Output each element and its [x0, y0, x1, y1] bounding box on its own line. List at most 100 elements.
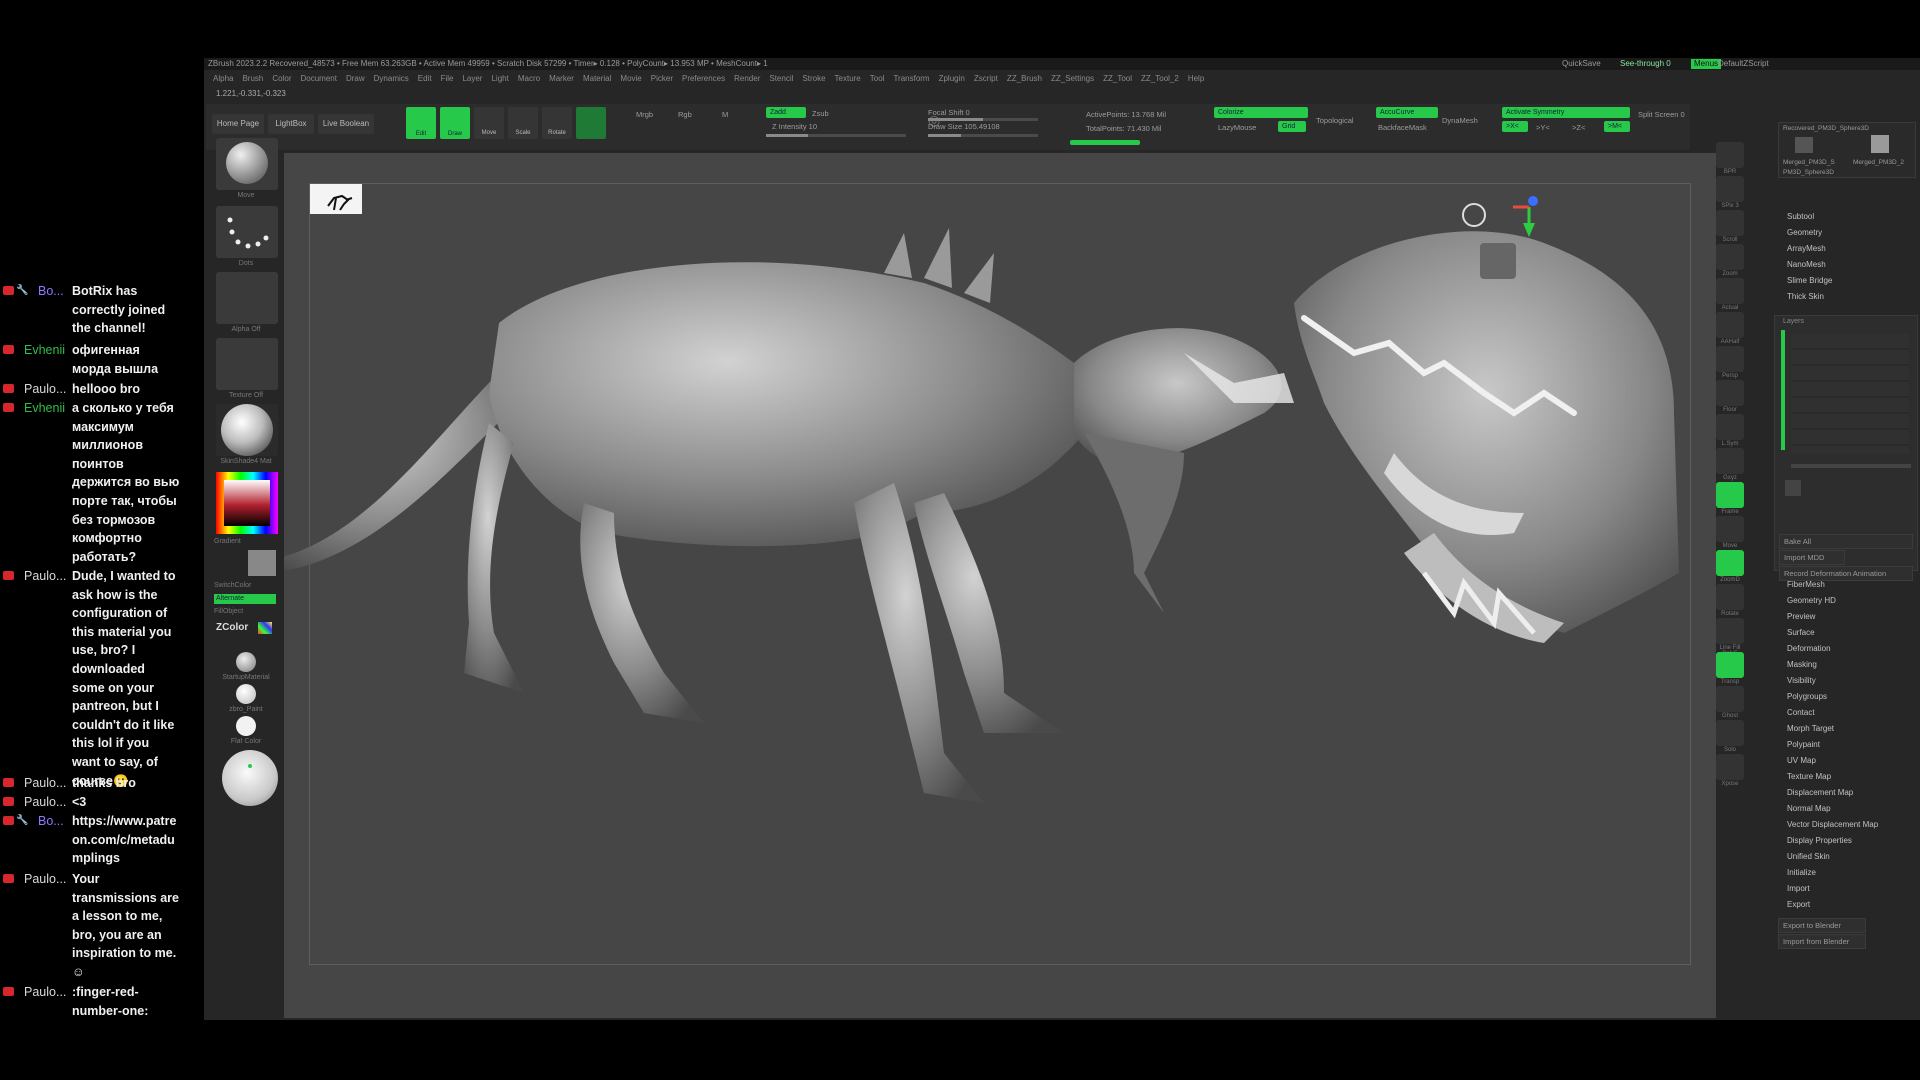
zsub-button[interactable]: Zsub [812, 109, 829, 118]
scale-button[interactable]: Scale [508, 107, 538, 139]
import-mdd-button[interactable]: Import MDD [1779, 550, 1845, 565]
subpalette-slime-bridge[interactable]: Slime Bridge [1787, 276, 1832, 285]
subpalette-morph-target[interactable]: Morph Target [1787, 724, 1834, 733]
secondary-color-swatch[interactable] [248, 550, 276, 576]
chat-username[interactable]: Paulo... [24, 983, 66, 1001]
default-zscript-button[interactable]: DefaultZScript [1718, 58, 1769, 70]
menu-stencil[interactable]: Stencil [769, 74, 793, 83]
import-from-blender-button[interactable]: Import from Blender [1778, 934, 1866, 949]
color-picker[interactable] [216, 472, 278, 534]
menu-zz-tool-2[interactable]: ZZ_Tool_2 [1141, 74, 1179, 83]
material-thumb[interactable] [216, 404, 278, 456]
layers-scroll-indicator[interactable] [1781, 330, 1785, 450]
subpalette-uv-map[interactable]: UV Map [1787, 756, 1816, 765]
canvas-viewport[interactable] [284, 153, 1716, 1018]
chat-username[interactable]: Paulo... [24, 870, 66, 888]
lightbox-button[interactable]: LightBox [268, 114, 314, 134]
shelf-button-move[interactable] [1716, 516, 1744, 542]
shelf-button-gxyz[interactable] [1716, 448, 1744, 474]
grid-button[interactable]: Grid [1278, 121, 1306, 132]
chat-username[interactable]: Paulo... [24, 567, 66, 585]
edit-button[interactable]: Edit [406, 107, 436, 139]
menu-edit[interactable]: Edit [418, 74, 432, 83]
zcolor-button[interactable]: ZColor [216, 622, 248, 633]
shelf-button-zoomd[interactable] [1716, 550, 1744, 576]
menu-document[interactable]: Document [301, 74, 337, 83]
menu-tool[interactable]: Tool [870, 74, 885, 83]
symmetry-y-button[interactable]: >Y< [1536, 123, 1550, 132]
colorize-button[interactable]: Colorize [1214, 107, 1308, 118]
shelf-button-scroll[interactable] [1716, 210, 1744, 236]
menu-dynamics[interactable]: Dynamics [374, 74, 409, 83]
subpalette-contact[interactable]: Contact [1787, 708, 1815, 717]
shelf-button-l-sym[interactable] [1716, 414, 1744, 440]
shelf-button-aahalf[interactable] [1716, 312, 1744, 338]
split-screen-slider[interactable]: Split Screen 0 [1638, 110, 1685, 119]
tool-thumb-2[interactable] [1871, 135, 1889, 153]
menu-zz-brush[interactable]: ZZ_Brush [1007, 74, 1042, 83]
subpalette-displacement-map[interactable]: Displacement Map [1787, 788, 1853, 797]
menu-color[interactable]: Color [272, 74, 291, 83]
subpalette-polypaint[interactable]: Polypaint [1787, 740, 1820, 749]
menu-movie[interactable]: Movie [620, 74, 641, 83]
rotate-button[interactable]: Rotate [542, 107, 572, 139]
topological-button[interactable]: Topological [1316, 116, 1354, 125]
chat-text[interactable]: https://www.patreon.com/c/metadumplings [72, 812, 180, 868]
subpalette-deformation[interactable]: Deformation [1787, 644, 1831, 653]
color-picker-square[interactable] [224, 480, 270, 526]
menu-zscript[interactable]: Zscript [974, 74, 998, 83]
subpalette-export[interactable]: Export [1787, 900, 1810, 909]
chat-username[interactable]: Paulo... [24, 793, 66, 811]
subpalette-surface[interactable]: Surface [1787, 628, 1815, 637]
subpalette-import[interactable]: Import [1787, 884, 1810, 893]
subpalette-preview[interactable]: Preview [1787, 612, 1815, 621]
rgb-button[interactable]: Rgb [678, 110, 692, 119]
subtool-thumbnails[interactable]: Recovered_PM3D_Sphere3D Merged_PM3D_S Me… [1778, 122, 1916, 178]
subpalette-thick-skin[interactable]: Thick Skin [1787, 292, 1824, 301]
tool-thumb-1[interactable] [1795, 137, 1813, 153]
draw-button[interactable]: Draw [440, 107, 470, 139]
axis-gizmo-icon[interactable] [1509, 193, 1549, 243]
brush-thumb[interactable] [216, 138, 278, 190]
live-boolean-button[interactable]: Live Boolean [318, 114, 374, 134]
accucurve-button[interactable]: AccuCurve [1376, 107, 1438, 118]
menu-light[interactable]: Light [491, 74, 508, 83]
menu-zplugin[interactable]: Zplugin [939, 74, 965, 83]
export-to-blender-button[interactable]: Export to Blender [1778, 918, 1866, 933]
chat-username[interactable]: Bo... [38, 282, 64, 300]
subpalette-masking[interactable]: Masking [1787, 660, 1817, 669]
m-button[interactable]: M [722, 110, 728, 119]
symmetry-m-button[interactable]: >M< [1604, 121, 1630, 132]
shelf-button-frame[interactable] [1716, 482, 1744, 508]
move-button[interactable]: Move [474, 107, 504, 139]
menu-zz-settings[interactable]: ZZ_Settings [1051, 74, 1094, 83]
shelf-button-rotate[interactable] [1716, 584, 1744, 610]
gizmo-head-icon[interactable] [1462, 203, 1486, 227]
subpalette-polygroups[interactable]: Polygroups [1787, 692, 1827, 701]
switchcolor-button[interactable]: SwitchColor [214, 582, 286, 589]
layers-list[interactable] [1791, 334, 1909, 454]
polyframe-button[interactable] [576, 107, 606, 139]
chat-username[interactable]: Paulo... [24, 774, 66, 792]
stroke-thumb[interactable] [216, 206, 278, 258]
lazymouse-button[interactable]: LazyMouse [1218, 123, 1256, 132]
menu-material[interactable]: Material [583, 74, 611, 83]
menu-preferences[interactable]: Preferences [682, 74, 725, 83]
symmetry-x-button[interactable]: >X< [1502, 121, 1528, 132]
shelf-button-persp[interactable] [1716, 346, 1744, 372]
z-intensity-slider[interactable] [766, 134, 906, 137]
menu-zz-tool[interactable]: ZZ_Tool [1103, 74, 1132, 83]
menu-help[interactable]: Help [1188, 74, 1204, 83]
paint-material-sphere[interactable] [236, 684, 256, 704]
shelf-button-floor[interactable] [1716, 380, 1744, 406]
menu-transform[interactable]: Transform [893, 74, 929, 83]
activate-symmetry-button[interactable]: Activate Symmetry [1502, 107, 1630, 118]
subpalette-display-properties[interactable]: Display Properties [1787, 836, 1852, 845]
shelf-button-zoom[interactable] [1716, 244, 1744, 270]
home-page-button[interactable]: Home Page [212, 114, 264, 134]
menu-marker[interactable]: Marker [549, 74, 574, 83]
subpalette-geometry-hd[interactable]: Geometry HD [1787, 596, 1836, 605]
texture-thumb[interactable] [216, 338, 278, 390]
dynamesh-button[interactable]: DynaMesh [1442, 116, 1478, 125]
menus-toggle[interactable]: Menus [1691, 59, 1722, 69]
